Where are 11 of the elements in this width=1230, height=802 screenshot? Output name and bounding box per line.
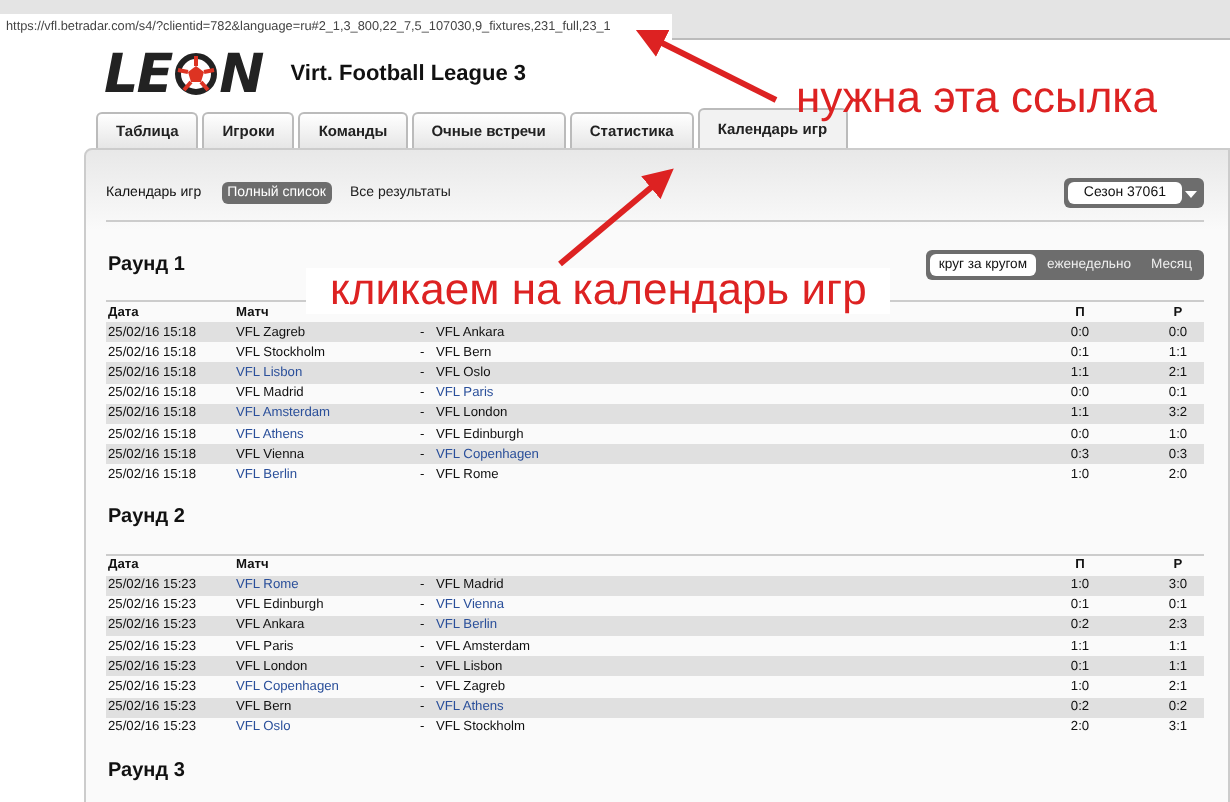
round-heading: Раунд 1 — [108, 253, 185, 275]
caret-icon — [1182, 185, 1200, 201]
ball-icon — [173, 52, 218, 96]
annotation-arrow — [558, 168, 674, 267]
logo-text: LE — [104, 47, 172, 101]
league-title: Virt. Football League 3 — [290, 62, 527, 86]
logo-text: N — [219, 47, 263, 101]
annotation-arrow — [635, 29, 778, 103]
round-heading: Раунд 3 — [108, 759, 185, 781]
round-heading: Раунд 2 — [108, 506, 185, 528]
annotation-text: кликаем на календарь игр — [306, 268, 891, 314]
